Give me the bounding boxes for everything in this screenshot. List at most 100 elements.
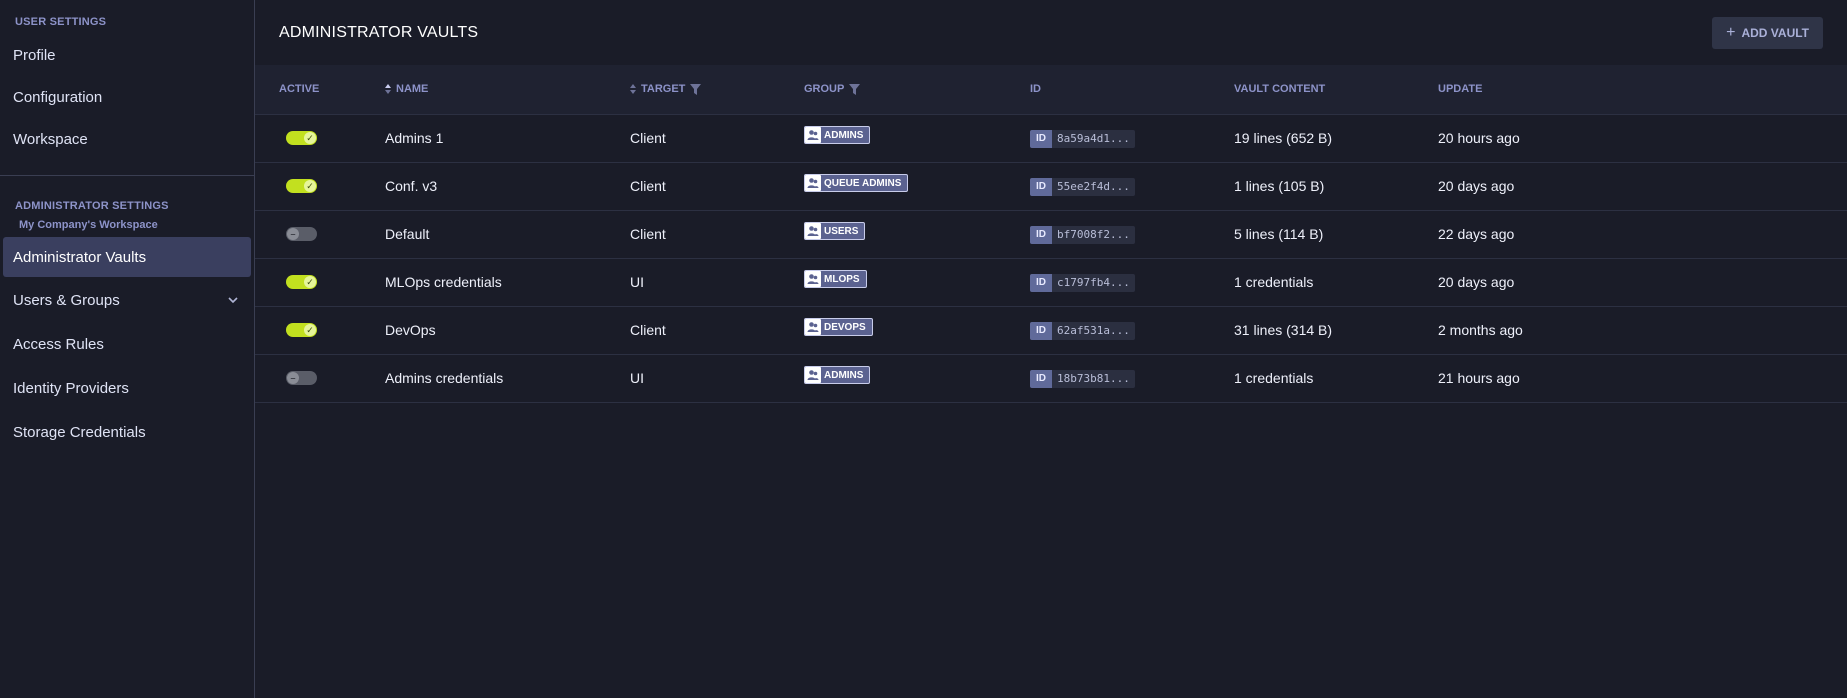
sidebar-item-administrator-vaults[interactable]: Administrator Vaults [3, 237, 251, 277]
group-badge: MLOPS [804, 270, 867, 288]
sidebar-item-label: Configuration [13, 88, 103, 106]
column-header-name[interactable]: NAME [385, 65, 630, 115]
id-chip[interactable]: ID c1797fb4... [1030, 273, 1135, 292]
vault-content: 31 lines (314 B) [1234, 322, 1333, 338]
column-header-target[interactable]: TARGET [630, 65, 804, 115]
table-row[interactable]: – Default Client USERS ID bf7008f2... 5 … [255, 210, 1847, 258]
sidebar-item-label: Users & Groups [13, 291, 120, 309]
sidebar-item-profile[interactable]: Profile [0, 34, 254, 76]
toggle-knob-icon: ✓ [304, 180, 316, 192]
vault-content: 5 lines (114 B) [1234, 226, 1324, 242]
filter-icon[interactable] [849, 83, 861, 95]
id-chip[interactable]: ID bf7008f2... [1030, 225, 1135, 244]
vault-update: 22 days ago [1438, 226, 1515, 242]
vault-content: 1 credentials [1234, 274, 1314, 290]
table-row[interactable]: ✓ MLOps credentials UI MLOPS ID c1797fb4… [255, 258, 1847, 306]
vault-target: Client [630, 226, 666, 242]
sort-icon[interactable] [385, 84, 391, 95]
column-header-active[interactable]: ACTIVE [255, 65, 385, 115]
group-cell: USERS [804, 210, 1030, 258]
id-chip[interactable]: ID 8a59a4d1... [1030, 129, 1135, 148]
active-cell: ✓ [255, 114, 385, 162]
active-toggle[interactable]: ✓ [286, 179, 317, 193]
sidebar-item-identity-providers[interactable]: Identity Providers [0, 367, 254, 409]
vault-update: 20 hours ago [1438, 130, 1520, 146]
active-cell: ✓ [255, 258, 385, 306]
table-row[interactable]: ✓ Conf. v3 Client QUEUE ADMINS ID 55ee2f… [255, 162, 1847, 210]
workspace-name: My Company's Workspace [19, 219, 158, 231]
group-label: USERS [824, 225, 859, 237]
group-label: MLOPS [824, 273, 860, 285]
add-vault-label: ADD VAULT [1741, 25, 1809, 40]
vault-target: Client [630, 178, 666, 194]
active-toggle[interactable]: ✓ [286, 131, 317, 145]
sort-icon[interactable] [630, 84, 636, 95]
active-toggle[interactable]: ✓ [286, 323, 317, 337]
column-header-update: UPDATE [1438, 65, 1847, 115]
sidebar-item-users-groups[interactable]: Users & Groups [0, 279, 254, 321]
id-label: ID [1030, 225, 1052, 244]
id-label: ID [1030, 273, 1052, 292]
sidebar-item-workspace[interactable]: Workspace [0, 118, 254, 160]
id-cell: ID 8a59a4d1... [1030, 114, 1234, 162]
group-label: QUEUE ADMINS [824, 177, 902, 189]
toggle-knob-icon: – [287, 372, 299, 384]
active-toggle[interactable]: – [286, 371, 317, 385]
id-value: 62af531a... [1052, 321, 1135, 340]
group-label: ADMINS [824, 129, 864, 141]
page-title: ADMINISTRATOR VAULTS [279, 23, 479, 41]
id-value: c1797fb4... [1052, 273, 1135, 292]
id-chip[interactable]: ID 18b73b81... [1030, 369, 1135, 388]
id-chip[interactable]: ID 62af531a... [1030, 321, 1135, 340]
chevron-down-icon[interactable] [225, 292, 241, 308]
active-cell: – [255, 210, 385, 258]
toggle-knob-icon: ✓ [304, 276, 316, 288]
sidebar-item-label: Access Rules [13, 335, 104, 353]
id-label: ID [1030, 177, 1052, 196]
sidebar-item-label: Profile [13, 46, 56, 64]
sidebar-item-storage-credentials[interactable]: Storage Credentials [0, 411, 254, 453]
column-header-group[interactable]: GROUP [804, 65, 1030, 115]
table-row[interactable]: – Admins credentials UI ADMINS ID 18b73b… [255, 354, 1847, 402]
vault-content: 19 lines (652 B) [1234, 130, 1333, 146]
id-chip[interactable]: ID 55ee2f4d... [1030, 177, 1135, 196]
active-toggle[interactable]: ✓ [286, 275, 317, 289]
sidebar-item-label: Administrator Vaults [13, 248, 147, 266]
main-content: ADMINISTRATOR VAULTS + ADD VAULT ACTIVE … [255, 0, 1847, 698]
admin-nav-list: Administrator Vaults Users & Groups Acce… [0, 237, 254, 453]
admin-settings-title: ADMINISTRATOR SETTINGS [15, 200, 169, 212]
vault-name: Default [385, 226, 430, 242]
vault-target: Client [630, 322, 666, 338]
user-group-icon [805, 367, 821, 383]
group-cell: MLOPS [804, 258, 1030, 306]
add-vault-button[interactable]: + ADD VAULT [1712, 16, 1823, 49]
vault-target: UI [630, 274, 644, 290]
table-row[interactable]: ✓ DevOps Client DEVOPS ID 62af531a... 31… [255, 306, 1847, 354]
sidebar-item-configuration[interactable]: Configuration [0, 76, 254, 118]
id-value: bf7008f2... [1052, 225, 1135, 244]
group-cell: DEVOPS [804, 306, 1030, 354]
sidebar-divider [0, 175, 254, 176]
id-cell: ID c1797fb4... [1030, 258, 1234, 306]
id-label: ID [1030, 129, 1052, 148]
active-toggle[interactable]: – [286, 227, 317, 241]
sidebar-item-access-rules[interactable]: Access Rules [0, 323, 254, 365]
vault-update: 2 months ago [1438, 322, 1523, 338]
vault-name: Admins 1 [385, 130, 444, 146]
sidebar-item-label: Identity Providers [13, 379, 129, 397]
id-label: ID [1030, 369, 1052, 388]
vault-update: 20 days ago [1438, 274, 1515, 290]
vault-content: 1 lines (105 B) [1234, 178, 1325, 194]
user-group-icon [805, 175, 821, 191]
group-badge: ADMINS [804, 366, 871, 384]
filter-icon[interactable] [690, 83, 702, 95]
table-row[interactable]: ✓ Admins 1 Client ADMINS ID 8a59a4d1... … [255, 114, 1847, 162]
vault-update: 20 days ago [1438, 178, 1515, 194]
vault-name: Admins credentials [385, 370, 504, 386]
user-group-icon [805, 127, 821, 143]
admin-settings-header: ADMINISTRATOR SETTINGS My Company's Work… [0, 200, 254, 231]
page-header: ADMINISTRATOR VAULTS + ADD VAULT [255, 0, 1847, 65]
group-label: DEVOPS [824, 321, 866, 333]
group-badge: QUEUE ADMINS [804, 174, 909, 192]
vault-name: Conf. v3 [385, 178, 438, 194]
